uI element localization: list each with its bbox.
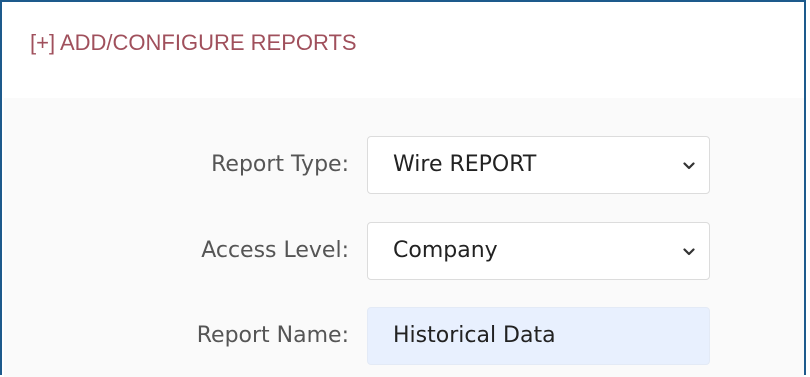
report-type-value: Wire REPORT <box>393 152 537 177</box>
access-level-label: Access Level: <box>201 238 349 263</box>
report-name-value: Historical Data <box>393 323 556 348</box>
report-type-row: Report Type: Wire REPORT <box>4 136 804 194</box>
report-name-row: Report Name: Historical Data <box>4 307 804 365</box>
access-level-row: Access Level: Company <box>4 222 804 280</box>
report-name-input[interactable]: Historical Data <box>367 307 710 365</box>
chevron-down-icon <box>683 161 695 171</box>
access-level-select[interactable]: Company <box>367 222 710 280</box>
report-form: Report Type: Wire REPORT Access Level: C… <box>4 98 804 377</box>
report-type-select[interactable]: Wire REPORT <box>367 136 710 194</box>
report-type-label: Report Type: <box>211 152 349 177</box>
panel-header-toggle[interactable]: [+] ADD/CONFIGURE REPORTS <box>30 30 357 56</box>
access-level-value: Company <box>393 238 498 263</box>
report-name-label: Report Name: <box>196 323 349 348</box>
chevron-down-icon <box>683 247 695 257</box>
configure-reports-panel: [+] ADD/CONFIGURE REPORTS Report Type: W… <box>0 0 806 377</box>
